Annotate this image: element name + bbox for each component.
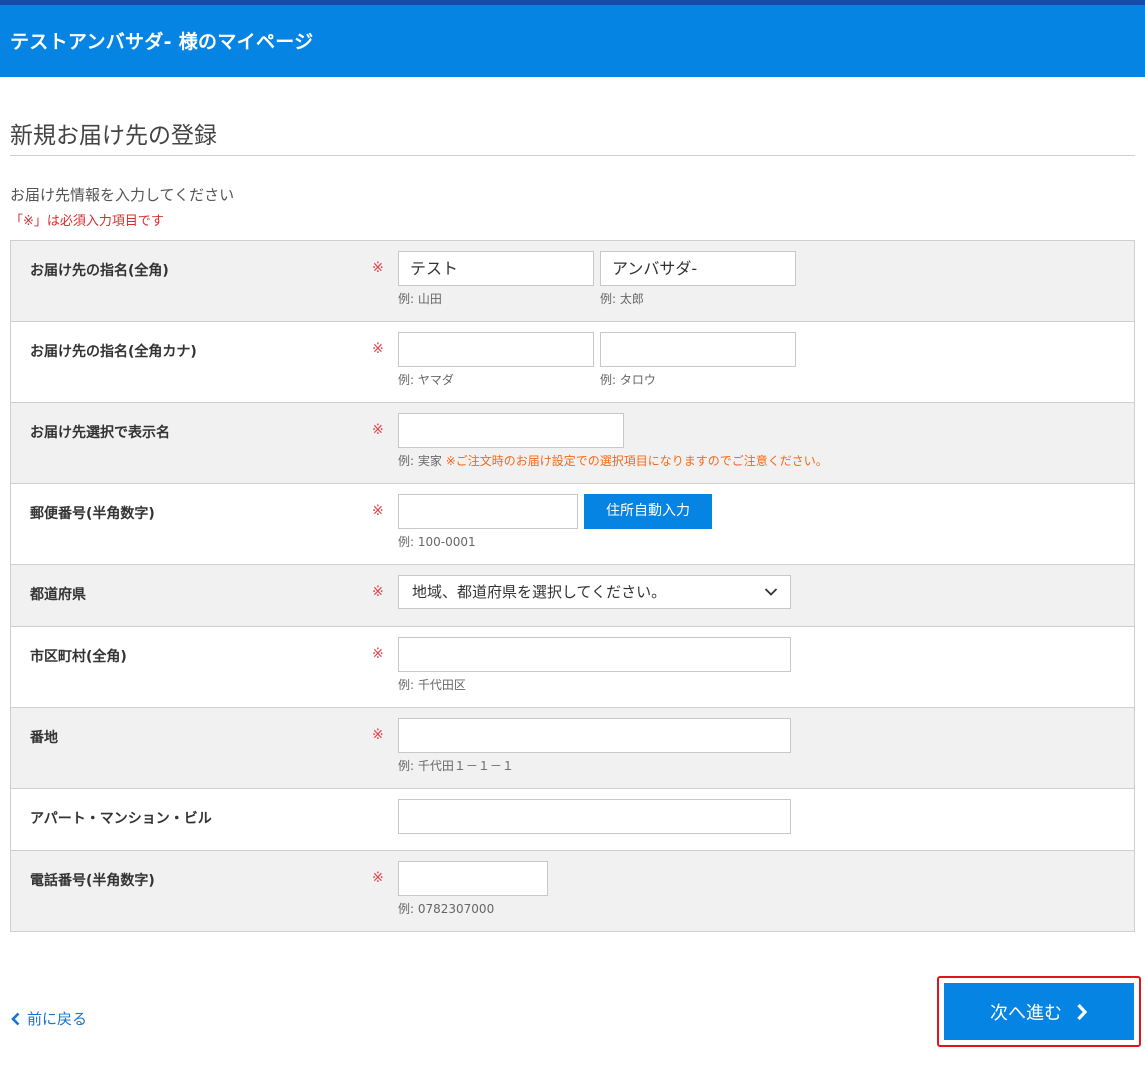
first-name-input[interactable]: アンバサダ- bbox=[600, 251, 796, 286]
required-mark: ※ bbox=[372, 260, 384, 276]
display-name-hint-wrap: 例: 実家 ※ご注文時のお届け設定での選択項目になりますのでご注意ください。 bbox=[398, 452, 828, 469]
phone-input[interactable] bbox=[398, 861, 548, 896]
page-title: 新規お届け先の登録 bbox=[10, 123, 217, 149]
city-hint: 例: 千代田区 bbox=[398, 678, 466, 692]
address-autofill-button[interactable]: 住所自動入力 bbox=[584, 494, 712, 529]
building-label: アパート・マンション・ビル bbox=[30, 811, 212, 827]
required-mark: ※ bbox=[372, 422, 384, 438]
required-mark: ※ bbox=[372, 870, 384, 886]
first-name-kana-input[interactable] bbox=[600, 332, 796, 367]
prefecture-selected: 地域、都道府県を選択してください。 bbox=[412, 583, 667, 601]
street-hint: 例: 千代田１－１－１ bbox=[398, 759, 514, 773]
row-city: 市区町村(全角) ※ 例: 千代田区 bbox=[11, 627, 1134, 708]
next-button[interactable]: 次へ進む bbox=[944, 983, 1134, 1040]
required-mark: ※ bbox=[372, 341, 384, 357]
display-name-input[interactable] bbox=[398, 413, 624, 448]
title-divider bbox=[10, 155, 1135, 156]
last-name-hint: 例: 山田 bbox=[398, 292, 442, 306]
prefecture-label: 都道府県 bbox=[30, 587, 86, 603]
required-mark: ※ bbox=[372, 584, 384, 600]
address-form: お届け先の指名(全角) ※ テスト アンバサダ- 例: 山田 例: 太郎 お届け… bbox=[10, 240, 1135, 932]
chevron-down-icon bbox=[764, 588, 778, 596]
row-name: お届け先の指名(全角) ※ テスト アンバサダ- 例: 山田 例: 太郎 bbox=[11, 241, 1134, 322]
row-display-name: お届け先選択で表示名 ※ 例: 実家 ※ご注文時のお届け設定での選択項目になりま… bbox=[11, 403, 1134, 484]
back-link[interactable]: 前に戻る bbox=[10, 1008, 87, 1029]
prefecture-select[interactable]: 地域、都道府県を選択してください。 bbox=[398, 575, 791, 609]
chevron-left-icon bbox=[11, 1012, 20, 1025]
first-name-hint: 例: 太郎 bbox=[600, 292, 644, 306]
row-prefecture: 都道府県 ※ 地域、都道府県を選択してください。 bbox=[11, 565, 1134, 627]
row-postal: 郵便番号(半角数字) ※ 住所自動入力 例: 100-0001 bbox=[11, 484, 1134, 565]
postal-code-input[interactable] bbox=[398, 494, 578, 529]
next-button-highlight: 次へ進む bbox=[937, 976, 1141, 1047]
last-name-input[interactable]: テスト bbox=[398, 251, 594, 286]
last-name-kana-hint: 例: ヤマダ bbox=[398, 373, 454, 387]
row-building: アパート・マンション・ビル bbox=[11, 789, 1134, 851]
postal-label: 郵便番号(半角数字) bbox=[30, 506, 155, 522]
city-label: 市区町村(全角) bbox=[30, 649, 127, 665]
required-mark: ※ bbox=[372, 503, 384, 519]
form-intro: お届け先情報を入力してください bbox=[10, 186, 235, 204]
display-name-hint: 例: 実家 bbox=[398, 454, 442, 468]
next-label: 次へ進む bbox=[990, 1002, 1062, 1024]
row-street: 番地 ※ 例: 千代田１－１－１ bbox=[11, 708, 1134, 789]
row-kana: お届け先の指名(全角カナ) ※ 例: ヤマダ 例: タロウ bbox=[11, 322, 1134, 403]
postal-hint: 例: 100-0001 bbox=[398, 535, 476, 549]
last-name-kana-input[interactable] bbox=[398, 332, 594, 367]
building-input[interactable] bbox=[398, 799, 791, 834]
mypage-title: テストアンバサダ- 様のマイページ bbox=[10, 31, 314, 53]
display-name-warning: ※ご注文時のお届け設定での選択項目になりますのでご注意ください。 bbox=[445, 454, 828, 468]
phone-hint: 例: 0782307000 bbox=[398, 902, 495, 916]
first-name-kana-hint: 例: タロウ bbox=[600, 373, 656, 387]
chevron-right-icon bbox=[1077, 1003, 1088, 1020]
street-label: 番地 bbox=[30, 730, 58, 746]
phone-label: 電話番号(半角数字) bbox=[30, 873, 155, 889]
street-input[interactable] bbox=[398, 718, 791, 753]
required-mark: ※ bbox=[372, 646, 384, 662]
name-label: お届け先の指名(全角) bbox=[30, 263, 169, 279]
display-name-label: お届け先選択で表示名 bbox=[30, 425, 170, 441]
required-note: 「※」は必須入力項目です bbox=[10, 214, 164, 229]
row-phone: 電話番号(半角数字) ※ 例: 0782307000 bbox=[11, 851, 1134, 931]
city-input[interactable] bbox=[398, 637, 791, 672]
page-header: テストアンバサダ- 様のマイページ bbox=[0, 5, 1145, 77]
required-mark: ※ bbox=[372, 727, 384, 743]
kana-label: お届け先の指名(全角カナ) bbox=[30, 344, 197, 360]
back-label: 前に戻る bbox=[27, 1010, 88, 1028]
